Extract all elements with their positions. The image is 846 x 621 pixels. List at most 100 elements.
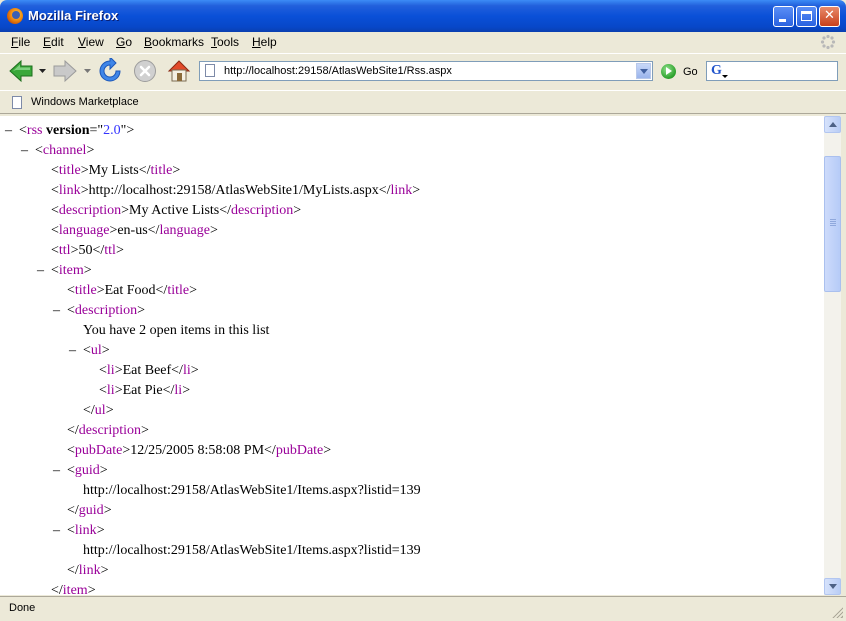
- collapse-toggle[interactable]: –: [53, 301, 67, 321]
- xml-tag-name: ttl: [104, 243, 116, 258]
- xml-line: <title>Eat Food</title>: [67, 281, 197, 301]
- maximize-icon: [801, 11, 812, 21]
- back-dropdown-icon[interactable]: [38, 68, 47, 74]
- home-icon[interactable]: [166, 58, 192, 84]
- xml-line: <description>My Active Lists</descriptio…: [51, 201, 301, 221]
- firefox-logo-icon: [7, 8, 23, 24]
- scroll-thumb[interactable]: [824, 156, 841, 292]
- stop-icon[interactable]: [133, 59, 157, 83]
- xml-text: >: [115, 243, 124, 258]
- reload-icon[interactable]: [97, 58, 123, 84]
- xml-line: You have 2 open items in this list: [83, 321, 269, 341]
- menu-accel: G: [116, 35, 126, 49]
- menu-accel: H: [252, 35, 261, 49]
- xml-tag-name: language: [58, 223, 110, 238]
- collapse-toggle[interactable]: –: [37, 261, 51, 281]
- close-button[interactable]: ✕: [819, 6, 840, 27]
- xml-text: <: [51, 163, 59, 178]
- xml-text: <: [67, 523, 75, 538]
- close-icon: ✕: [824, 8, 835, 23]
- xml-text: </: [67, 563, 79, 578]
- xml-tag-name: guid: [78, 503, 104, 518]
- xml-text: >: [209, 223, 218, 238]
- xml-text: <: [35, 143, 43, 158]
- collapse-toggle[interactable]: –: [69, 341, 83, 361]
- vertical-scrollbar[interactable]: [824, 116, 841, 595]
- collapse-toggle[interactable]: –: [53, 521, 67, 541]
- resize-grip-icon[interactable]: [831, 606, 843, 618]
- xml-attr-name: version: [45, 123, 90, 138]
- xml-tag-name: language: [159, 223, 210, 238]
- go-button-label[interactable]: Go: [683, 66, 698, 78]
- google-search-icon[interactable]: G: [711, 63, 728, 79]
- title-bar[interactable]: Mozilla Firefox ✕: [0, 0, 846, 32]
- bookmark-windows-marketplace[interactable]: Windows Marketplace: [31, 96, 139, 108]
- xml-text: <: [51, 203, 59, 218]
- xml-text: >: [99, 463, 108, 478]
- xml-tag-name: description: [231, 203, 294, 218]
- url-bar[interactable]: http://localhost:29158/AtlasWebSite1/Rss…: [199, 61, 653, 81]
- xml-line: </description>: [67, 421, 149, 441]
- collapse-toggle[interactable]: –: [21, 141, 35, 161]
- xml-tag-name: link: [390, 183, 413, 198]
- xml-text: >en-us</: [109, 223, 160, 238]
- xml-tag-name: rss: [26, 123, 43, 138]
- xml-line: <title>My Lists</title>: [51, 161, 180, 181]
- xml-text: <: [51, 263, 59, 278]
- maximize-button[interactable]: [796, 6, 817, 27]
- xml-text: <: [99, 383, 107, 398]
- bookmarks-toolbar: Windows Marketplace: [0, 90, 846, 114]
- xml-text: <: [67, 443, 75, 458]
- url-history-dropdown[interactable]: [636, 63, 651, 79]
- xml-line: <li>Eat Beef</li>: [99, 361, 199, 381]
- xml-text: <: [51, 243, 59, 258]
- minimize-button[interactable]: [773, 6, 794, 27]
- menu-bookmarks[interactable]: Bookmarks: [144, 35, 204, 49]
- xml-line: </ul>: [83, 401, 114, 421]
- xml-document-view[interactable]: – <rss version="2.0"> – <channel> <title>M…: [0, 116, 824, 595]
- xml-line: </link>: [67, 561, 108, 581]
- xml-text: >http://localhost:29158/AtlasWebSite1/My…: [80, 183, 391, 198]
- xml-text: >My Active Lists</: [121, 203, 232, 218]
- xml-text: http://localhost:29158/AtlasWebSite1/Ite…: [83, 483, 421, 498]
- xml-text: >50</: [70, 243, 105, 258]
- xml-text: <: [51, 223, 59, 238]
- xml-text: >: [293, 203, 302, 218]
- collapse-toggle[interactable]: –: [53, 461, 67, 481]
- menu-help[interactable]: Help: [252, 35, 277, 49]
- forward-icon[interactable]: [52, 59, 78, 83]
- menu-label: ookmarks: [152, 35, 205, 49]
- xml-text: </: [67, 503, 79, 518]
- xml-tag-name: description: [58, 203, 122, 218]
- xml-tag-name: title: [167, 283, 190, 298]
- xml-line: – <guid>: [53, 461, 108, 481]
- menu-go[interactable]: Go: [116, 35, 132, 49]
- xml-tag-name: li: [182, 363, 191, 378]
- xml-tag-name: pubDate: [74, 443, 123, 458]
- collapse-toggle[interactable]: –: [5, 121, 19, 141]
- xml-text: <: [83, 343, 91, 358]
- xml-tag-name: title: [74, 283, 97, 298]
- xml-text: >: [100, 563, 109, 578]
- menu-edit[interactable]: Edit: [43, 35, 64, 49]
- menu-file[interactable]: File: [11, 35, 30, 49]
- menu-tools[interactable]: Tools: [211, 35, 239, 49]
- status-text: Done: [9, 602, 36, 614]
- xml-tag-name: ul: [90, 343, 102, 358]
- xml-tag-name: li: [106, 383, 115, 398]
- menu-view[interactable]: View: [78, 35, 104, 49]
- scroll-up-button[interactable]: [824, 116, 841, 133]
- forward-dropdown-icon[interactable]: [83, 68, 92, 74]
- scroll-down-button[interactable]: [824, 578, 841, 595]
- back-icon[interactable]: [8, 59, 34, 83]
- go-icon[interactable]: [661, 64, 676, 79]
- xml-line: – <link>: [53, 521, 105, 541]
- xml-line: <li>Eat Pie</li>: [99, 381, 190, 401]
- xml-line: http://localhost:29158/AtlasWebSite1/Ite…: [83, 541, 421, 561]
- xml-line: – <description>: [53, 301, 145, 321]
- xml-text: </: [51, 583, 63, 595]
- search-input[interactable]: G: [706, 61, 838, 81]
- xml-tag-name: title: [150, 163, 173, 178]
- xml-tag-name: ttl: [58, 243, 71, 258]
- xml-tag-name: pubDate: [275, 443, 324, 458]
